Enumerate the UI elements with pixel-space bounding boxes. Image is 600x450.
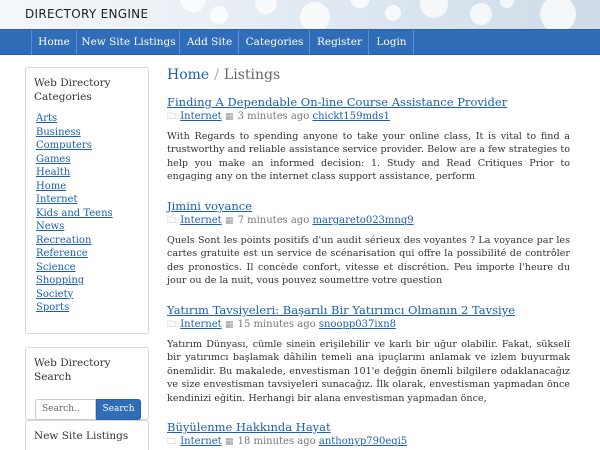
listing-time: 7 minutes ago — [237, 215, 310, 226]
categories-panel-title: Web Directory Categories — [34, 77, 111, 103]
listing-item: Büyülenme Hakkında Hayat 🗀 Internet ▦ 18… — [167, 420, 570, 449]
calendar-icon: ▦ — [224, 216, 234, 226]
listing-meta: 🗀 Internet ▦ 15 minutes ago snoopp037ixn… — [167, 318, 570, 332]
site-title[interactable]: DIRECTORY ENGINE — [25, 7, 148, 21]
nav-login[interactable]: Login — [370, 30, 414, 55]
search-panel: Web Directory Search Search.. Search — [25, 347, 149, 420]
category-link-computers[interactable]: Computers — [36, 140, 92, 151]
search-button[interactable]: Search — [96, 399, 141, 420]
category-link-news[interactable]: News — [36, 221, 64, 232]
listing-user-link[interactable]: chickt159mds1 — [313, 111, 390, 122]
breadcrumb-home[interactable]: Home — [167, 67, 209, 83]
nav-register[interactable]: Register — [311, 30, 369, 55]
new-listings-panel-title: New Site Listings — [34, 430, 129, 442]
listing-item: Jimini voyance 🗀 Internet ▦ 7 minutes ag… — [167, 199, 570, 288]
nav-new-site-listings[interactable]: New Site Listings — [78, 30, 180, 55]
listing-time: 3 minutes ago — [237, 111, 310, 122]
breadcrumb: Home / Listings — [167, 67, 280, 83]
listing-description: With Regards to spending anyone to take … — [167, 131, 570, 183]
listing-category-link[interactable]: Internet — [180, 111, 221, 122]
listing-meta: 🗀 Internet ▦ 3 minutes ago chickt159mds1 — [167, 110, 570, 124]
category-link-business[interactable]: Business — [36, 127, 81, 138]
listing-meta: 🗀 Internet ▦ 18 minutes ago anthonyp790e… — [167, 435, 570, 449]
category-link-kids-and-teens[interactable]: Kids and Teens — [36, 208, 113, 219]
listing-title[interactable]: Yatırım Tavsiyeleri: Başarılı Bir Yatırı… — [167, 303, 570, 317]
calendar-icon: ▦ — [224, 437, 234, 447]
category-link-recreation[interactable]: Recreation — [36, 235, 91, 246]
folder-icon: 🗀 — [167, 437, 177, 447]
search-form: Search.. Search — [35, 399, 141, 420]
folder-icon: 🗀 — [167, 320, 177, 330]
listing-time: 15 minutes ago — [237, 319, 316, 330]
listing-description: Yatırım Dünyası, cümle sinein erişilebil… — [167, 339, 570, 404]
search-panel-title: Web Directory Search — [34, 357, 111, 383]
folder-icon: 🗀 — [167, 216, 177, 226]
listing-title[interactable]: Jimini voyance — [167, 199, 570, 213]
listing-title[interactable]: Büyülenme Hakkında Hayat — [167, 420, 570, 434]
category-link-internet[interactable]: Internet — [36, 194, 77, 205]
listing-time: 18 minutes ago — [237, 436, 316, 447]
search-input[interactable]: Search.. — [35, 399, 96, 420]
category-link-home[interactable]: Home — [36, 181, 66, 192]
category-link-reference[interactable]: Reference — [36, 248, 88, 259]
breadcrumb-current: Listings — [223, 67, 281, 83]
category-list: Arts Business Computers Games Health Hom… — [26, 104, 148, 315]
category-link-shopping[interactable]: Shopping — [36, 275, 84, 286]
header-banner: DIRECTORY ENGINE — [0, 0, 600, 29]
calendar-icon: ▦ — [224, 320, 234, 330]
listing-description: Quels Sont les points positifs d'un audi… — [167, 235, 570, 287]
listing-user-link[interactable]: margareto023mnq9 — [313, 215, 414, 226]
listing-category-link[interactable]: Internet — [180, 436, 221, 447]
new-listings-panel: New Site Listings — [25, 420, 149, 450]
category-link-science[interactable]: Science — [36, 262, 76, 273]
nav-categories[interactable]: Categories — [240, 30, 310, 55]
category-link-games[interactable]: Games — [36, 154, 70, 165]
categories-panel: Web Directory Categories Arts Business C… — [25, 67, 149, 334]
listing-item: Finding A Dependable On-line Course Assi… — [167, 95, 570, 184]
category-link-society[interactable]: Society — [36, 289, 73, 300]
listing-item: Yatırım Tavsiyeleri: Başarılı Bir Yatırı… — [167, 303, 570, 405]
category-link-health[interactable]: Health — [36, 167, 70, 178]
nav-home[interactable]: Home — [31, 30, 77, 55]
listing-category-link[interactable]: Internet — [180, 319, 221, 330]
calendar-icon: ▦ — [224, 112, 234, 122]
listing-user-link[interactable]: anthonyp790eqi5 — [319, 436, 407, 447]
category-link-arts[interactable]: Arts — [36, 113, 57, 124]
listing-meta: 🗀 Internet ▦ 7 minutes ago margareto023m… — [167, 214, 570, 228]
listing-category-link[interactable]: Internet — [180, 215, 221, 226]
nav-add-site[interactable]: Add Site — [181, 30, 239, 55]
listing-user-link[interactable]: snoopp037ixn8 — [319, 319, 396, 330]
category-link-sports[interactable]: Sports — [36, 302, 69, 313]
breadcrumb-separator: / — [214, 67, 219, 83]
folder-icon: 🗀 — [167, 112, 177, 122]
listing-title[interactable]: Finding A Dependable On-line Course Assi… — [167, 95, 570, 109]
main-navbar: Home New Site Listings Add Site Categori… — [0, 29, 600, 55]
